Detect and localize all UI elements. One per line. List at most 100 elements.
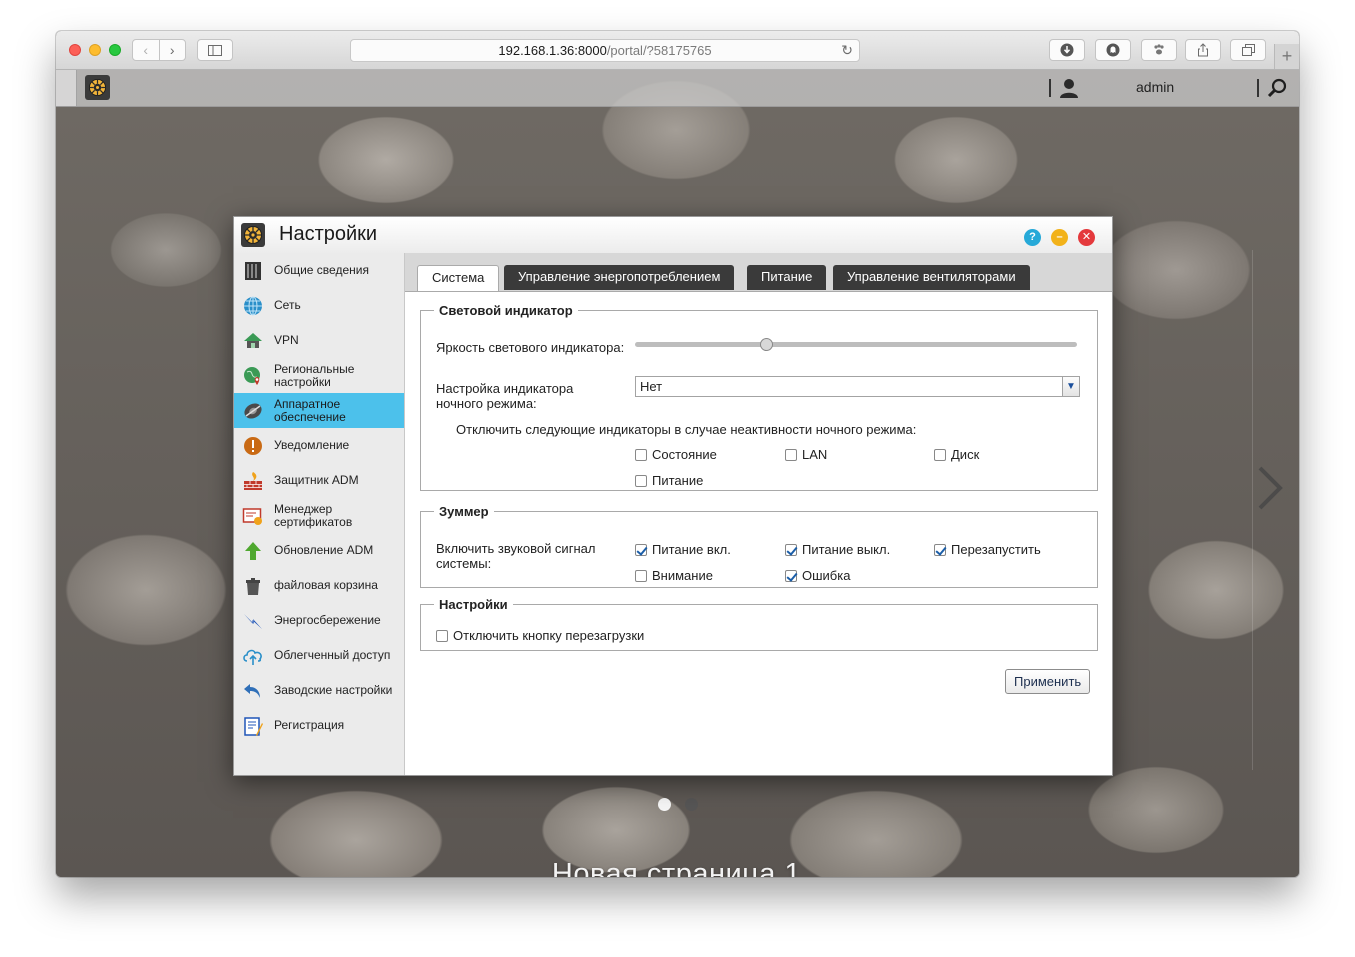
checkbox-label: LAN (802, 447, 828, 462)
buzzer-warning-checkbox[interactable]: Внимание (635, 568, 713, 583)
chevron-down-icon[interactable]: ▼ (1062, 377, 1079, 396)
sidebar-item-label: Регистрация (274, 718, 345, 732)
led-lan-checkbox[interactable]: LAN (785, 447, 827, 462)
sidebar-toggle-button[interactable] (197, 39, 233, 61)
checkbox-box[interactable] (635, 543, 647, 556)
checkbox-box[interactable] (934, 543, 946, 556)
led-legend: Световой индикатор (439, 303, 573, 318)
search-icon[interactable] (1267, 78, 1287, 98)
share-icon (1198, 43, 1208, 57)
buzzer-power-off-checkbox[interactable]: Питание выкл. (785, 542, 890, 557)
url-host: 192.168.1.36:8000 (498, 43, 607, 58)
misc-settings-group: Настройки Отключить кнопку перезагрузки (420, 597, 1098, 651)
apply-button[interactable]: Применить (1005, 669, 1091, 694)
sidebar-item-hardware[interactable]: Аппаратное обеспечение (234, 393, 404, 428)
globe-icon (244, 296, 262, 315)
night-mode-label: Настройка индикатора ночного режима: (436, 381, 574, 411)
sidebar-item-notification[interactable]: Уведомление (234, 428, 404, 463)
sidebar-item-label: Заводские настройки (274, 683, 393, 697)
checkbox-label: Питание вкл. (652, 542, 731, 557)
led-status-checkbox[interactable]: Состояние (635, 447, 717, 462)
buzzer-power-on-checkbox[interactable]: Питание вкл. (635, 542, 731, 557)
address-bar[interactable]: 192.168.1.36:8000/portal/?58175765 ↻ (350, 39, 860, 62)
tabs-overview-button[interactable] (1230, 39, 1266, 61)
checkbox-label: Питание (652, 473, 704, 488)
user-icon[interactable] (1058, 77, 1080, 99)
sidebar-item-regional[interactable]: Региональные настройки (234, 358, 404, 393)
led-brightness-thumb[interactable] (760, 338, 774, 351)
checkbox-label: Диск (951, 447, 980, 462)
checkbox-label: Состояние (652, 447, 717, 462)
share-button[interactable] (1185, 39, 1221, 61)
checkbox-box[interactable] (635, 569, 647, 582)
cloud-icon (243, 649, 262, 665)
settings-sidebar: Общие сведения Сеть VPN Региональные нас… (234, 253, 405, 775)
sidebar-item-energy-saving[interactable]: Энергосбережение (234, 603, 404, 638)
close-window-button[interactable] (69, 44, 81, 56)
page-dot-2[interactable] (685, 798, 698, 811)
sidebar-item-vpn[interactable]: VPN (234, 323, 404, 358)
settings-content: Система Управление энергопотреблением Пи… (405, 253, 1112, 775)
help-icon: ? (1029, 231, 1036, 243)
led-brightness-slider[interactable] (635, 342, 1077, 347)
zoom-window-button[interactable] (109, 44, 121, 56)
close-dialog-button[interactable]: ✕ (1078, 229, 1095, 246)
ghost-icon (1106, 43, 1120, 57)
tabs-icon (1241, 44, 1255, 56)
checkbox-box[interactable] (436, 629, 448, 642)
new-tab-button[interactable]: + (1274, 44, 1299, 69)
buzzer-group: Зуммер Включить звуковой сигнал системы:… (420, 504, 1098, 588)
misc-settings-legend: Настройки (439, 597, 508, 612)
dialog-header[interactable]: Настройки ? – ✕ (234, 217, 1112, 254)
checkbox-box[interactable] (785, 543, 797, 556)
checkbox-box[interactable] (635, 448, 647, 461)
tab-bar: Система Управление энергопотреблением Пи… (405, 253, 1112, 292)
history-nav: ‹ › (132, 39, 186, 61)
tab-power-management[interactable]: Управление энергопотреблением (504, 265, 735, 290)
buzzer-error-checkbox[interactable]: Ошибка (785, 568, 850, 583)
settings-app-launcher[interactable] (85, 75, 110, 100)
tab-system[interactable]: Система (417, 265, 500, 291)
sidebar-item-certificates[interactable]: Менеджер сертификатов (234, 498, 404, 533)
sidebar-item-general[interactable]: Общие сведения (234, 253, 404, 288)
back-arrow-icon[interactable]: ‹ (133, 40, 160, 60)
checkbox-box[interactable] (934, 448, 946, 461)
next-page-arrow-icon[interactable] (1254, 465, 1284, 511)
minimize-window-button[interactable] (89, 44, 101, 56)
buzzer-restart-checkbox[interactable]: Перезапустить (934, 542, 1041, 557)
ghostery-button[interactable] (1095, 39, 1131, 61)
downloads-button[interactable] (1049, 39, 1085, 61)
disable-reset-button-checkbox[interactable]: Отключить кнопку перезагрузки (436, 628, 644, 643)
sidebar-item-adm-update[interactable]: Обновление ADM (234, 533, 404, 568)
checkbox-label: Ошибка (802, 568, 851, 583)
sidebar-icon (208, 44, 222, 56)
night-mode-select[interactable]: Нет ▼ (635, 376, 1080, 397)
url-path: /portal/?58175765 (606, 43, 712, 58)
sidebar-item-easy-access[interactable]: Облегченный доступ (234, 638, 404, 673)
reload-icon[interactable]: ↻ (841, 40, 853, 61)
led-disk-checkbox[interactable]: Диск (934, 447, 979, 462)
page-dot-1[interactable] (658, 798, 671, 811)
taskbar-separator (1049, 79, 1051, 97)
sidebar-item-recycle-bin[interactable]: файловая корзина (234, 568, 404, 603)
forward-arrow-icon[interactable]: › (160, 40, 186, 60)
tab-power[interactable]: Питание (747, 265, 827, 290)
checkbox-label: Внимание (652, 568, 713, 583)
sidebar-item-adm-defender[interactable]: Защитник ADM (234, 463, 404, 498)
extension-paw-button[interactable] (1141, 39, 1177, 61)
sidebar-item-registration[interactable]: Регистрация (234, 708, 404, 743)
led-power-checkbox[interactable]: Питание (635, 473, 703, 488)
help-button[interactable]: ? (1024, 229, 1041, 246)
checkbox-box[interactable] (785, 569, 797, 582)
checkbox-label: Отключить кнопку перезагрузки (453, 628, 645, 643)
username-label[interactable]: admin (1136, 79, 1174, 95)
server-icon (245, 261, 261, 280)
checkbox-box[interactable] (785, 448, 797, 461)
checkbox-box[interactable] (635, 474, 647, 487)
tab-fan-control[interactable]: Управление вентиляторами (833, 265, 1030, 290)
energy-icon (244, 613, 262, 629)
sidebar-item-factory-reset[interactable]: Заводские настройки (234, 673, 404, 708)
sidebar-item-network[interactable]: Сеть (234, 288, 404, 323)
minimize-dialog-button[interactable]: – (1051, 229, 1068, 246)
night-mode-value: Нет (640, 379, 663, 394)
